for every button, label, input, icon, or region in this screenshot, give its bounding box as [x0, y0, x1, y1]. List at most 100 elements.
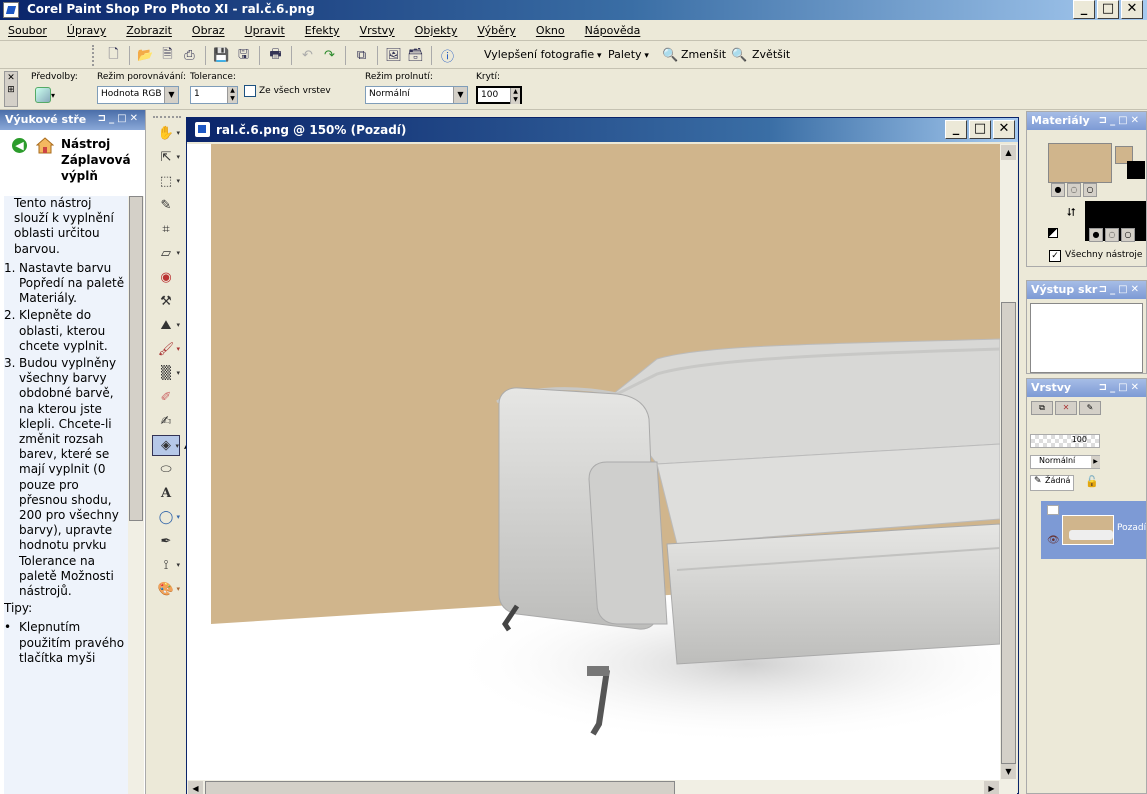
- menu-item-edit[interactable]: Úpravy: [67, 24, 106, 37]
- picture-tube-icon[interactable]: ✍: [152, 411, 180, 432]
- pick-tool-icon[interactable]: ⇱ ▾: [152, 147, 180, 168]
- tolerance-spinner[interactable]: 1 ▲ ▼: [190, 86, 238, 104]
- browse-icon[interactable]: 🗎: [158, 46, 177, 65]
- paint-brush-icon[interactable]: 🖌 ▾: [152, 339, 180, 360]
- spin-arrows-icon[interactable]: ▲ ▼: [227, 87, 237, 103]
- redo-icon[interactable]: ↷: [320, 46, 339, 65]
- art-media-icon[interactable]: 🎨 ▾: [152, 579, 180, 600]
- straighten-tool-icon[interactable]: ▱ ▾: [152, 243, 180, 264]
- options-close-icon[interactable]: ✕ ⊞: [4, 71, 18, 107]
- doc-maximize-button[interactable]: □: [969, 120, 991, 139]
- red-eye-tool-icon[interactable]: ◉: [152, 267, 180, 288]
- open-folder-icon[interactable]: 📂: [136, 46, 155, 65]
- menu-item-adjust[interactable]: Upravit: [245, 24, 285, 37]
- layer-blend-select[interactable]: Normální: [1030, 455, 1100, 469]
- maximize-button[interactable]: □: [1097, 0, 1119, 19]
- info-icon[interactable]: ⓘ: [438, 46, 457, 65]
- foreground-swatch[interactable]: [1048, 143, 1112, 183]
- undo-icon[interactable]: ↶: [298, 46, 317, 65]
- selection-tool-icon[interactable]: ⬚ ▾: [152, 171, 180, 192]
- layer-opacity-slider[interactable]: 100: [1030, 434, 1100, 448]
- minimize-button[interactable]: _: [1073, 0, 1095, 19]
- panel-header-buttons[interactable]: ⊐_□✕: [1099, 382, 1142, 393]
- warp-brush-icon[interactable]: ⟟ ▾: [152, 555, 180, 576]
- layer-properties-icon[interactable]: ✎: [1079, 401, 1101, 415]
- scroll-right-icon[interactable]: ▶: [984, 781, 999, 794]
- photo-fix-menu[interactable]: Vylepšení fotografie: [484, 48, 602, 61]
- doc-close-button[interactable]: ✕: [993, 120, 1015, 139]
- makeover-tool-icon[interactable]: ⚒: [152, 291, 180, 312]
- scrollbar-thumb[interactable]: [1001, 302, 1016, 764]
- background-small-swatch[interactable]: [1127, 161, 1145, 179]
- gradient-mode-icon[interactable]: ◌: [1067, 183, 1081, 197]
- menu-item-window[interactable]: Okno: [536, 24, 565, 37]
- zoom-in-button[interactable]: Zvětšit: [752, 48, 790, 61]
- new-file-icon[interactable]: 🗋: [104, 46, 123, 65]
- palettes-menu[interactable]: Palety: [608, 48, 649, 61]
- all-tools-checkbox[interactable]: ✓: [1049, 250, 1061, 262]
- print-icon[interactable]: 🖶: [266, 46, 285, 65]
- scroll-down-icon[interactable]: ▼: [1001, 764, 1016, 779]
- blend-mode-select[interactable]: Normální ▼: [365, 86, 468, 104]
- gradient-mode-icon[interactable]: ◌: [1105, 228, 1119, 242]
- learning-scrollbar[interactable]: [128, 196, 144, 794]
- dropper-tool-icon[interactable]: ✎: [152, 195, 180, 216]
- scrollbar-thumb[interactable]: [205, 781, 675, 794]
- menu-item-image[interactable]: Obraz: [192, 24, 225, 37]
- all-layers-checkbox[interactable]: [244, 85, 256, 97]
- crop-tool-icon[interactable]: ⌗: [152, 219, 180, 240]
- close-button[interactable]: ✕: [1121, 0, 1143, 19]
- pan-tool-icon[interactable]: ✋ ▾: [152, 123, 180, 144]
- panel-header-buttons[interactable]: ⊐_□✕: [98, 113, 141, 124]
- panel-header-buttons[interactable]: ⊐_□✕: [1099, 115, 1142, 126]
- menu-item-selections[interactable]: Výběry: [477, 24, 516, 37]
- delete-layer-icon[interactable]: ✕: [1055, 401, 1077, 415]
- match-mode-select[interactable]: Hodnota RGB ▼: [97, 86, 179, 104]
- panel-header-buttons[interactable]: ⊐_□✕: [1099, 284, 1142, 295]
- eye-icon[interactable]: 👁: [1047, 535, 1060, 546]
- media-icon[interactable]: 🗃: [406, 46, 425, 65]
- document-titlebar[interactable]: ral.č.6.png @ 150% (Pozadí) _ □ ✕: [187, 118, 1018, 142]
- menu-item-objects[interactable]: Objekty: [415, 24, 458, 37]
- doc-minimize-button[interactable]: _: [945, 120, 967, 139]
- toolbar-grip[interactable]: [92, 45, 96, 66]
- scroll-left-icon[interactable]: ◀: [188, 781, 203, 794]
- flood-fill-tool-icon[interactable]: ◈ ▾: [152, 435, 180, 456]
- document-vertical-scrollbar[interactable]: ▲ ▼: [1000, 144, 1017, 780]
- scan-icon[interactable]: ⎙: [180, 46, 199, 65]
- new-layer-icon[interactable]: ⧉: [1031, 401, 1053, 415]
- menu-item-file[interactable]: Soubor: [8, 24, 47, 37]
- color-mode-icon[interactable]: ●: [1089, 228, 1103, 242]
- zoom-out-button[interactable]: Zmenšit: [681, 48, 726, 61]
- preset-shape-icon[interactable]: ◯ ▾: [152, 507, 180, 528]
- spin-arrows-icon[interactable]: ▲ ▼: [510, 88, 520, 104]
- text-tool-icon[interactable]: A: [152, 483, 180, 504]
- pattern-mode-icon[interactable]: ○: [1121, 228, 1135, 242]
- pen-tool-icon[interactable]: ✒: [152, 531, 180, 552]
- layer-row-background[interactable]: 👁 Pozadí: [1041, 501, 1146, 559]
- resize-icon[interactable]: ⧉: [352, 46, 371, 65]
- swap-colors-icon[interactable]: ⮃: [1067, 206, 1076, 220]
- back-arrow-icon[interactable]: ◀: [12, 138, 27, 153]
- script-output-area[interactable]: [1030, 303, 1143, 373]
- image-canvas[interactable]: [187, 144, 1000, 780]
- scrollbar-thumb[interactable]: [129, 196, 143, 521]
- lock-icon[interactable]: 🔓: [1085, 475, 1099, 488]
- document-horizontal-scrollbar[interactable]: ◀ ▶: [187, 780, 1017, 794]
- reset-colors-icon[interactable]: [1048, 228, 1058, 238]
- menu-item-layers[interactable]: Vrstvy: [360, 24, 395, 37]
- palette-grip[interactable]: [153, 116, 181, 119]
- pattern-mode-icon[interactable]: ○: [1083, 183, 1097, 197]
- photo-sharing-icon[interactable]: 🖼: [384, 46, 403, 65]
- clone-brush-icon[interactable]: ⛰ ▾: [152, 315, 180, 336]
- eraser-icon[interactable]: ⬭: [152, 459, 180, 480]
- menu-item-view[interactable]: Zobrazit: [126, 24, 172, 37]
- menu-item-help[interactable]: Nápověda: [585, 24, 641, 37]
- menu-item-effects[interactable]: Efekty: [305, 24, 340, 37]
- chevron-right-icon[interactable]: ▶: [1091, 456, 1100, 468]
- save-icon[interactable]: 💾: [212, 46, 231, 65]
- opacity-spinner[interactable]: 100 ▲ ▼: [476, 86, 522, 104]
- eraser-tool-icon[interactable]: ✐: [152, 387, 180, 408]
- color-mode-icon[interactable]: ●: [1051, 183, 1065, 197]
- presets-dropdown[interactable]: ▾: [35, 85, 61, 105]
